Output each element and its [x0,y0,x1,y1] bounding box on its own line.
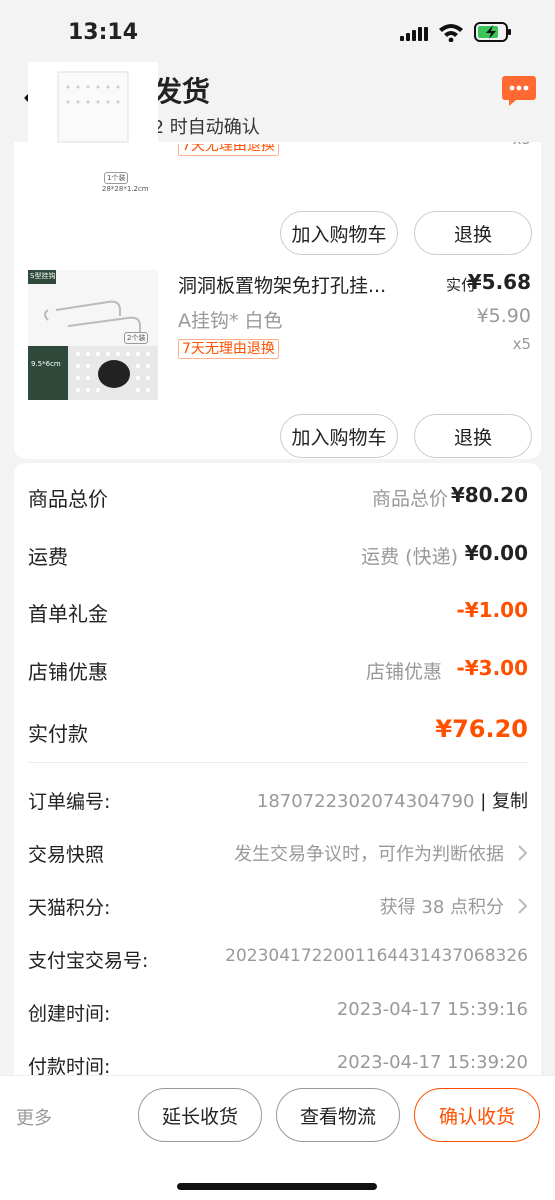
info-value: 发生交易争议时，可作为判断依据 [234,844,504,865]
price-row-desc: 商品总价 [371,488,448,510]
status-time: 13:14 [68,20,139,45]
add-to-cart-button[interactable]: 加入购物车 [280,414,398,458]
separator: | [480,791,492,812]
wifi-icon [439,24,463,42]
more-bubble-icon[interactable] [500,72,538,110]
thumb-caption: 28*28*1.2cm [102,185,149,193]
battery-charging-icon [474,22,511,42]
return-exchange-button[interactable]: 退换 [414,414,532,458]
order-number-row: 订单编号: 1870722302074304790 | 复制 [28,781,528,817]
price-row-label: 商品总价 [28,487,108,511]
info-label: 交易快照 [28,844,105,866]
original-price: ¥5.90 [476,305,531,327]
confirm-receipt-button[interactable]: 确认收货 [414,1088,540,1142]
price-row-label: 店铺优惠 [28,660,108,684]
return-policy-tag: 7天无理由退换 [178,339,279,359]
item-quantity: x5 [512,335,531,353]
info-label: 支付宝交易号: [28,950,149,972]
price-row-total: 实付款 ¥76.20 [28,710,528,750]
info-value: 2023041722001164431437068326 [225,946,528,966]
thumb-caption: 1个装 [104,172,129,184]
divider [28,762,528,763]
order-summary-card: 商品总价 商品总价 ¥80.20 运费 运费 (快递) ¥0.00 首单礼金 -… [14,463,541,1078]
price-row-desc: 运费 (快递) [361,546,458,568]
alipay-trade-row: 支付宝交易号: 2023041722001164431437068326 [28,940,528,976]
info-value: 2023-04-17 15:39:20 [336,1052,528,1073]
add-to-cart-button[interactable]: 加入购物车 [280,211,398,255]
chevron-right-icon [518,898,528,914]
bottom-action-bar: 更多 延长收货 查看物流 确认收货 [0,1075,555,1200]
price-row-shop-discount: 店铺优惠 店铺优惠 -¥3.00 [28,648,528,688]
product-name[interactable]: 洞洞板置物架免打孔挂... [178,271,418,298]
order-number: 1870722302074304790 [256,791,475,812]
copy-link[interactable]: 复制 [492,791,528,812]
home-indicator [177,1183,377,1190]
trade-snapshot-row[interactable]: 交易快照 发生交易争议时，可作为判断依据 [28,834,528,870]
product-thumbnail[interactable]: S型挂钩 9.5*6cm 2个装 [28,270,158,400]
signal-icon [400,27,428,41]
info-label: 天猫积分: [28,897,111,919]
price-row-label: 首单礼金 [28,602,108,626]
tmall-points-row[interactable]: 天猫积分: 获得 38 点积分 [28,887,528,923]
total-label: 实付款 [28,722,88,746]
view-logistics-button[interactable]: 查看物流 [276,1088,400,1142]
order-number-value: 1870722302074304790 | 复制 [257,787,528,813]
status-bar: 13:14 [0,0,555,60]
paid-price: ¥5.68 [467,270,531,294]
price-row-first-order-gift: 首单礼金 -¥1.00 [28,590,528,630]
price-row-value: -¥3.00 [456,656,528,680]
product-list-card: 1个装 28*28*1.2cm 7天无理由退换 x5 加入购物车 退换 S型挂钩… [14,62,541,459]
chevron-right-icon [518,845,528,861]
info-value: 2023-04-17 15:39:16 [336,999,528,1020]
product-thumbnail[interactable]: 1个装 28*28*1.2cm [28,62,158,196]
info-label: 创建时间: [28,1003,111,1025]
info-value: 获得 38 点积分 [379,897,504,918]
thumb-size: 9.5*6cm [31,360,61,368]
price-row-subtotal: 商品总价 商品总价 ¥80.20 [28,475,528,515]
product-variant: A挂钩* 白色 [178,310,283,332]
price-row-shipping: 运费 运费 (快递) ¥0.00 [28,533,528,573]
thumb-count: 2个装 [124,332,149,344]
price-row-desc: 店铺优惠 [365,661,442,683]
thumb-label: S型挂钩 [30,272,56,280]
price-row-label: 运费 [28,545,68,569]
total-value: ¥76.20 [435,715,528,743]
created-time-row: 创建时间: 2023-04-17 15:39:16 [28,993,528,1029]
extend-receipt-button[interactable]: 延长收货 [138,1088,262,1142]
price-row-value: -¥1.00 [456,598,528,622]
info-label: 订单编号: [28,791,111,813]
price-row-value: ¥0.00 [464,541,528,565]
price-row-value: ¥80.20 [450,483,528,507]
more-actions[interactable]: 更多 [16,1104,52,1130]
return-exchange-button[interactable]: 退换 [414,211,532,255]
